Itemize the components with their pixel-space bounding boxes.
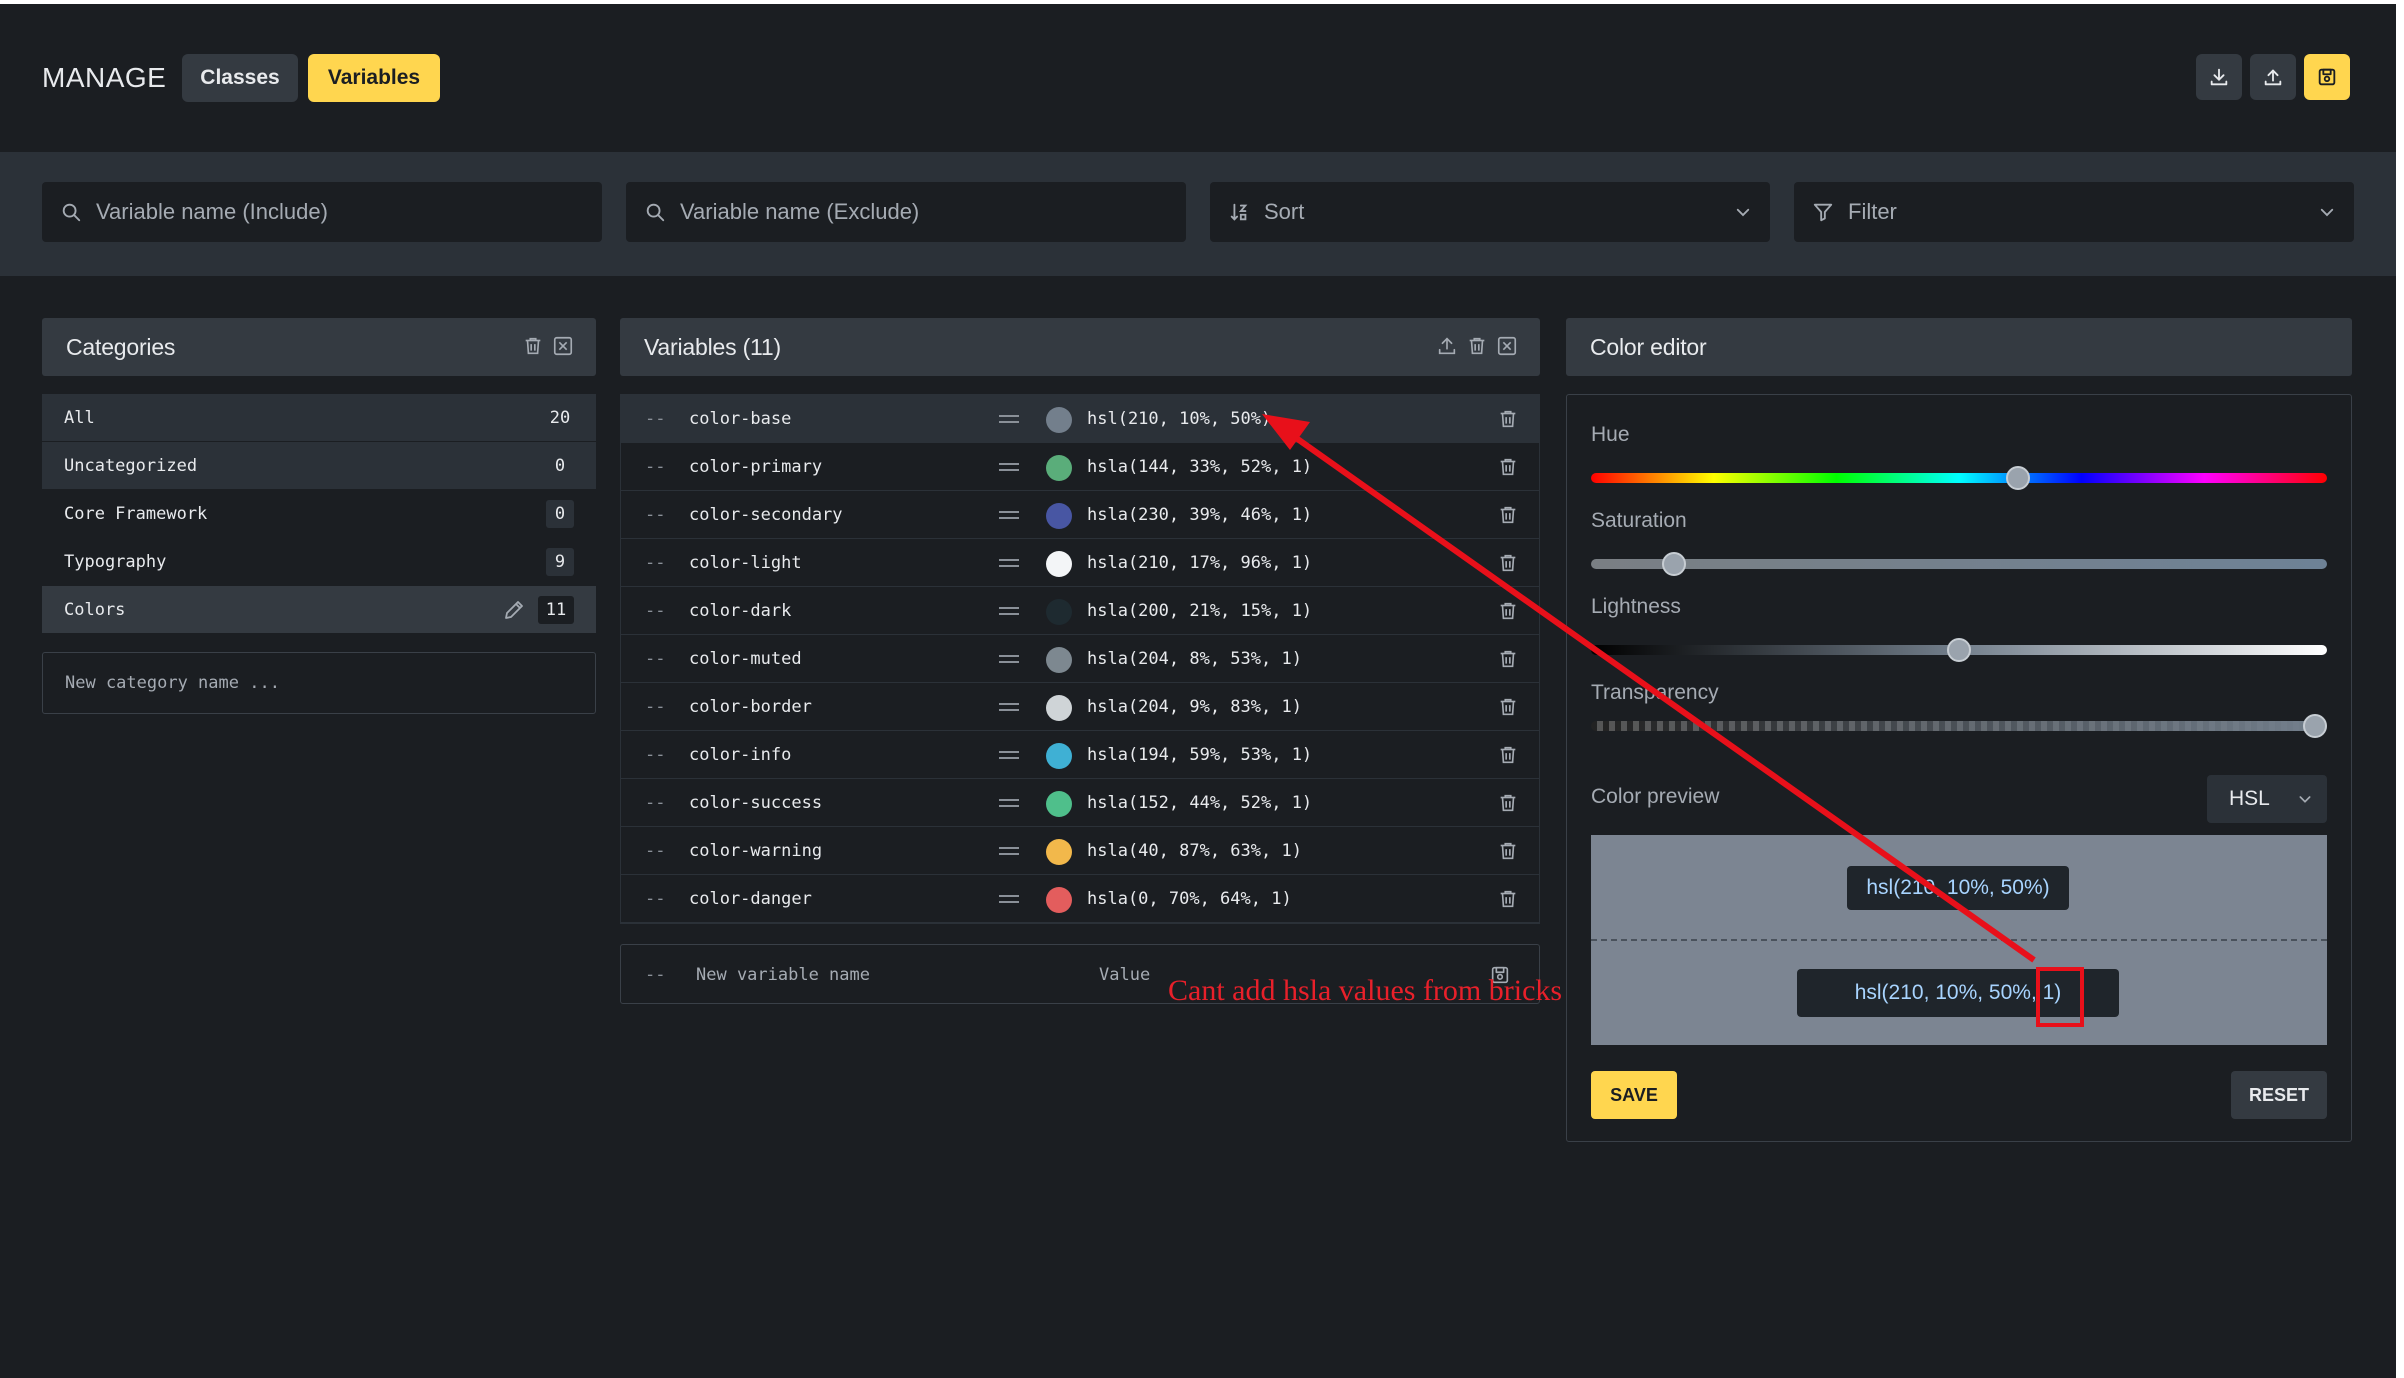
annotation-arrow — [1262, 414, 2036, 963]
annotation-highlight-box — [2036, 967, 2084, 1027]
manager-app: MANAGE Classes Variables Variable name (… — [0, 4, 2396, 1378]
annotation-note: Cant add hsla values from bricks — [1168, 974, 1563, 1007]
